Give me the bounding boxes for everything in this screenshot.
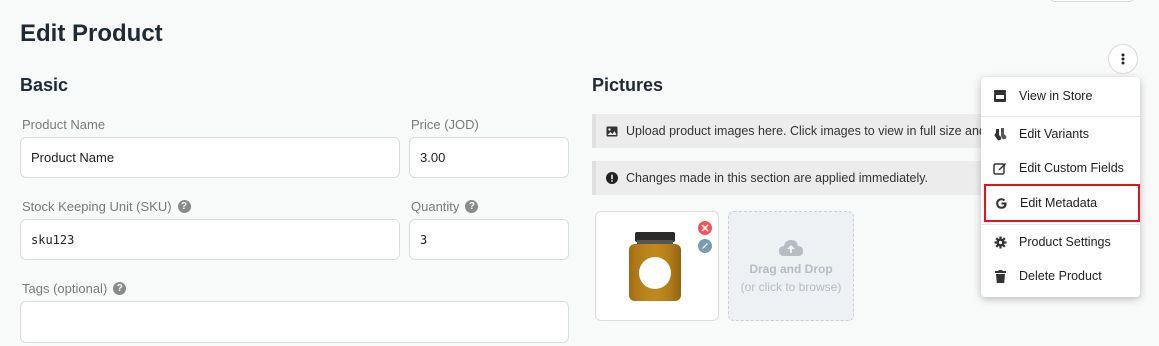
product-name-label: Product Name xyxy=(22,117,105,132)
close-icon xyxy=(701,224,709,232)
menu-item-label: Product Settings xyxy=(1019,235,1111,249)
menu-item-label: Edit Variants xyxy=(1019,127,1089,141)
actions-menu: View in Store Edit Variants Edit Custom … xyxy=(981,77,1140,297)
edit-icon xyxy=(993,161,1007,175)
tags-label-text: Tags (optional) xyxy=(22,281,108,296)
quantity-label: Quantity ? xyxy=(411,199,479,214)
delete-image-button[interactable] xyxy=(698,221,712,235)
upload-notice: Upload product images here. Click images… xyxy=(592,114,992,148)
changes-notice-text: Changes made in this section are applied… xyxy=(626,171,929,185)
help-icon[interactable]: ? xyxy=(113,282,127,295)
product-name-label-text: Product Name xyxy=(22,117,106,132)
kebab-icon xyxy=(1121,53,1125,65)
menu-item-label: Edit Metadata xyxy=(1020,196,1098,210)
sku-label: Stock Keeping Unit (SKU) ? xyxy=(22,199,191,214)
gear-icon xyxy=(993,235,1007,249)
google-icon xyxy=(994,196,1008,210)
product-image[interactable] xyxy=(626,229,684,303)
product-name-input[interactable]: Product Name xyxy=(20,137,400,178)
dropzone-title: Drag and Drop xyxy=(749,262,833,276)
exclamation-circle-icon xyxy=(606,172,618,184)
menu-item-delete-product[interactable]: Delete Product xyxy=(981,259,1140,293)
price-input[interactable]: 3.00 xyxy=(409,137,569,178)
menu-item-label: Delete Product xyxy=(1019,269,1102,283)
quantity-input[interactable]: 3 xyxy=(409,219,569,260)
socks-icon xyxy=(993,127,1007,141)
menu-item-edit-variants[interactable]: Edit Variants xyxy=(981,117,1140,151)
price-label-text: Price (JOD) xyxy=(411,117,479,132)
pictures-heading: Pictures xyxy=(592,75,664,95)
trash-icon xyxy=(993,269,1007,283)
menu-item-product-settings[interactable]: Product Settings xyxy=(981,225,1140,259)
tags-input[interactable] xyxy=(20,301,569,343)
tags-label: Tags (optional) ? xyxy=(22,281,127,296)
quantity-label-text: Quantity xyxy=(411,199,460,214)
page-title: Edit Product xyxy=(20,20,163,47)
pencil-icon xyxy=(702,243,708,249)
image-dropzone[interactable]: Drag and Drop (or click to browse) xyxy=(728,211,854,321)
changes-notice: Changes made in this section are applied… xyxy=(592,161,992,195)
menu-item-edit-metadata[interactable]: Edit Metadata xyxy=(984,184,1140,222)
price-label: Price (JOD) xyxy=(411,117,479,132)
top-button-stub[interactable] xyxy=(1049,0,1135,2)
store-icon xyxy=(993,89,1007,103)
menu-item-view-in-store[interactable]: View in Store xyxy=(981,79,1140,113)
dropzone-subtitle: (or click to browse) xyxy=(740,280,842,294)
menu-item-label: View in Store xyxy=(1019,89,1093,103)
cloud-upload-icon xyxy=(779,240,803,256)
menu-item-label: Edit Custom Fields xyxy=(1019,161,1124,175)
sku-input[interactable]: sku123 xyxy=(20,219,400,260)
edit-image-button[interactable] xyxy=(698,239,712,253)
sku-label-text: Stock Keeping Unit (SKU) xyxy=(22,199,172,214)
menu-item-edit-custom-fields[interactable]: Edit Custom Fields xyxy=(981,151,1140,185)
help-icon[interactable]: ? xyxy=(465,200,479,213)
product-image-card[interactable] xyxy=(595,211,719,321)
upload-notice-text: Upload product images here. Click images… xyxy=(626,124,992,138)
more-actions-button[interactable] xyxy=(1108,44,1138,74)
help-icon[interactable]: ? xyxy=(177,200,191,213)
basic-heading: Basic xyxy=(20,75,69,95)
image-icon xyxy=(606,125,618,137)
